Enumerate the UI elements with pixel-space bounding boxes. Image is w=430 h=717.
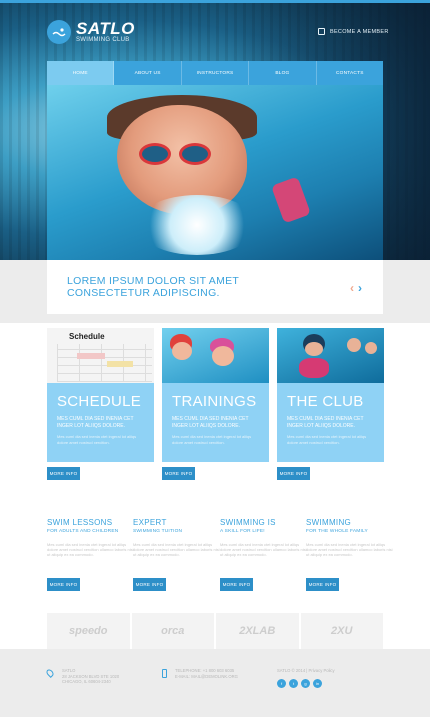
feature-expert: EXPERT SWIMMING TUITION Mes cuml dia sed… bbox=[133, 518, 223, 558]
brand-logo-2xlab[interactable]: 2XLAB bbox=[216, 613, 299, 649]
brand-logo-orca[interactable]: orca bbox=[131, 613, 214, 649]
card-trainings-more-button[interactable]: MORE INFO bbox=[162, 467, 195, 480]
feature-title: EXPERT bbox=[133, 518, 167, 527]
prev-arrow-icon[interactable]: ‹ bbox=[350, 281, 354, 295]
brand-logo-speedo[interactable]: speedo bbox=[47, 613, 130, 649]
goggle-left bbox=[139, 143, 171, 165]
feature-subtitle: SWIMMING TUITION bbox=[133, 529, 183, 534]
footer-email[interactable]: E-MAIL: MAIL@DEMOLINK.ORG bbox=[175, 674, 238, 680]
swimmer-face bbox=[347, 338, 361, 352]
tagline-line-1: LOREM IPSUM DOLOR SIT AMET bbox=[67, 275, 240, 287]
nav-instructors[interactable]: INSTRUCTORS bbox=[182, 61, 250, 85]
footer-copyright: SATLO © 2014 | Privacy Policy bbox=[277, 668, 335, 673]
instructor-face bbox=[172, 342, 192, 360]
card-text: Mes cuml dia sed inenia ctet ingeral lot… bbox=[57, 434, 137, 445]
footer-contact: TELEPHONE: +1 800 603 6035 E-MAIL: MAIL@… bbox=[175, 668, 238, 679]
footer-telephone: TELEPHONE: +1 800 603 6035 bbox=[175, 668, 235, 673]
logo-icon[interactable] bbox=[47, 20, 71, 44]
facebook-icon[interactable]: f bbox=[277, 679, 286, 688]
feature-swim-lessons: SWIM LESSONS FOR ADULTS AND CHILDREN Mes… bbox=[47, 518, 137, 558]
card-schedule-more-button[interactable]: MORE INFO bbox=[47, 467, 80, 480]
top-accent-line bbox=[0, 0, 430, 3]
feature-swimming-is-button[interactable]: MORE INFO bbox=[220, 578, 253, 591]
tagline-text: LOREM IPSUM DOLOR SIT AMET CONSECTETUR A… bbox=[67, 275, 327, 299]
feature-swimming-family-button[interactable]: MORE INFO bbox=[306, 578, 339, 591]
edit-icon bbox=[318, 28, 325, 35]
schedule-cell bbox=[107, 361, 133, 367]
twitter-icon[interactable]: t bbox=[289, 679, 298, 688]
card-image-schedule: Schedule bbox=[47, 328, 154, 383]
nav-blog[interactable]: BLOG bbox=[249, 61, 317, 85]
water-bubbles bbox=[137, 195, 257, 255]
feature-text: Mes cuml dia sed inenia ctet ingeral lot… bbox=[133, 542, 220, 558]
feature-subtitle: FOR ADULTS AND CHILDREN bbox=[47, 529, 119, 534]
feature-swimming-is: SWIMMING IS A SKILL FOR LIFE! Mes cuml d… bbox=[220, 518, 310, 558]
feature-text: Mes cuml dia sed inenia ctet ingeral lot… bbox=[47, 542, 134, 558]
feature-subtitle: A SKILL FOR LIFE! bbox=[220, 529, 265, 534]
nav-about-us[interactable]: ABOUT US bbox=[114, 61, 182, 85]
feature-subtitle: FOR THE WHOLE FAMILY bbox=[306, 529, 368, 534]
logo-subtitle: SWIMMING CLUB bbox=[76, 37, 130, 43]
linkedin-icon[interactable]: in bbox=[313, 679, 322, 688]
card-text: Mes cuml dia sed inenia ctet ingeral lot… bbox=[287, 434, 367, 445]
nav-home[interactable]: HOME bbox=[47, 61, 115, 85]
child-face bbox=[212, 346, 234, 366]
tagline-line-2: CONSECTETUR ADIPISCING. bbox=[67, 287, 220, 299]
card-text: Mes cuml dia sed inenia ctet ingeral lot… bbox=[172, 434, 252, 445]
swimmer-face bbox=[305, 342, 323, 356]
member-label: BECOME A MEMBER bbox=[330, 28, 389, 35]
brand-strip: speedo orca 2XLAB 2XU bbox=[47, 613, 383, 649]
social-links: f t g in bbox=[277, 679, 322, 688]
card-image-trainings bbox=[162, 328, 269, 383]
feature-text: Mes cuml dia sed inenia ctet ingeral lot… bbox=[220, 542, 307, 558]
feature-expert-button[interactable]: MORE INFO bbox=[133, 578, 166, 591]
schedule-grid bbox=[57, 344, 152, 382]
goggle-right bbox=[179, 143, 211, 165]
slider-arrows: ‹ › bbox=[350, 281, 362, 295]
phone-icon bbox=[162, 669, 167, 678]
main-nav: HOME ABOUT US INSTRUCTORS BLOG CONTACTS bbox=[47, 61, 383, 85]
card-title: TRAININGS bbox=[172, 393, 257, 410]
card-title: THE CLUB bbox=[287, 393, 364, 410]
feature-title: SWIMMING IS bbox=[220, 518, 276, 527]
logo-title[interactable]: SATLO bbox=[76, 19, 135, 39]
card-title: SCHEDULE bbox=[57, 393, 142, 410]
schedule-image-label: Schedule bbox=[69, 332, 105, 341]
feature-text: Mes cuml dia sed inenia ctet ingeral lot… bbox=[306, 542, 393, 558]
swimsuit-detail bbox=[271, 176, 311, 224]
hero-photo bbox=[47, 85, 383, 260]
card-image-club bbox=[277, 328, 384, 383]
card-subtitle: MES CUML DIA SED INENIA CET INGER LOT AL… bbox=[172, 416, 249, 429]
card-trainings: TRAININGS MES CUML DIA SED INENIA CET IN… bbox=[162, 328, 269, 462]
footer-address-line: CHICAGO, IL 60604-2340 bbox=[62, 679, 111, 684]
card-subtitle: MES CUML DIA SED INENIA CET INGER LOT AL… bbox=[287, 416, 364, 429]
become-member-link[interactable]: BECOME A MEMBER bbox=[318, 28, 389, 35]
feature-title: SWIM LESSONS bbox=[47, 518, 113, 527]
swimmer-suit bbox=[299, 358, 329, 378]
feature-swimming-family: SWIMMING FOR THE WHOLE FAMILY Mes cuml d… bbox=[306, 518, 396, 558]
next-arrow-icon[interactable]: › bbox=[358, 281, 362, 295]
schedule-cell bbox=[77, 353, 105, 359]
card-the-club: THE CLUB MES CUML DIA SED INENIA CET ING… bbox=[277, 328, 384, 462]
footer-address: SATLO 28 JACKSON BLVD STE 1020 CHICAGO, … bbox=[62, 668, 119, 685]
feature-swim-lessons-button[interactable]: MORE INFO bbox=[47, 578, 80, 591]
google-plus-icon[interactable]: g bbox=[301, 679, 310, 688]
swimmer-face bbox=[365, 342, 377, 354]
brand-logo-2xu[interactable]: 2XU bbox=[300, 613, 383, 649]
card-schedule: Schedule SCHEDULE MES CUML DIA SED INENI… bbox=[47, 328, 154, 462]
card-subtitle: MES CUML DIA SED INENIA CET INGER LOT AL… bbox=[57, 416, 134, 429]
card-club-more-button[interactable]: MORE INFO bbox=[277, 467, 310, 480]
feature-title: SWIMMING bbox=[306, 518, 352, 527]
nav-contacts[interactable]: CONTACTS bbox=[317, 61, 383, 85]
